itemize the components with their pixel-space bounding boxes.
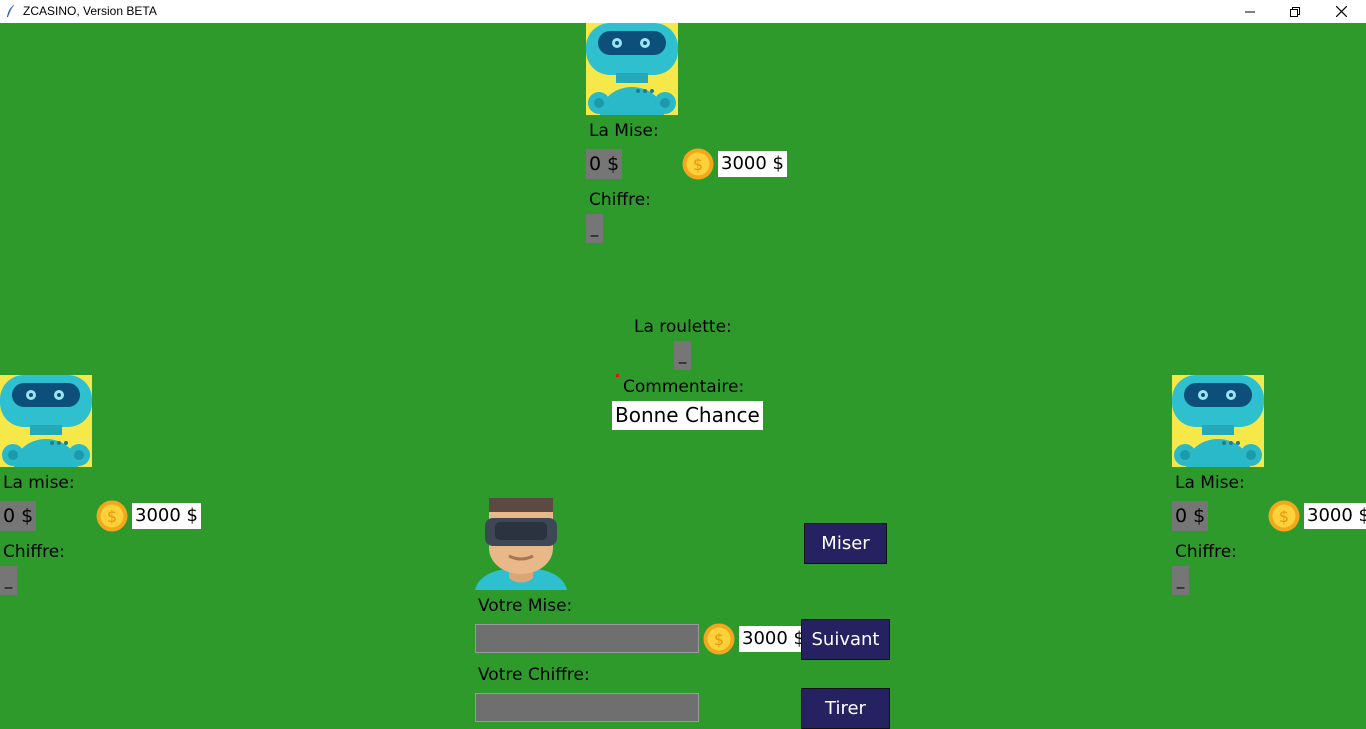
minimize-button[interactable] bbox=[1227, 0, 1273, 23]
dollar-coin-icon bbox=[1268, 500, 1300, 532]
window-title: ZCASINO, Version BETA bbox=[23, 4, 157, 18]
dollar-coin-icon bbox=[96, 500, 128, 532]
left-bot-digit-label: Chiffre: bbox=[3, 542, 65, 562]
player-bet-input[interactable] bbox=[475, 624, 699, 653]
top-bot-digit-label: Chiffre: bbox=[589, 190, 651, 210]
right-bot-bet-label: La Mise: bbox=[1175, 473, 1245, 493]
player-digit-input[interactable] bbox=[475, 693, 699, 722]
left-bot-money: 3000 $ bbox=[132, 503, 201, 529]
comment-value: Bonne Chance bbox=[612, 401, 763, 430]
dollar-coin-icon bbox=[682, 148, 714, 180]
title-bar: ZCASINO, Version BETA bbox=[0, 0, 1366, 23]
top-bot-bet-label: La Mise: bbox=[589, 121, 659, 141]
roulette-label: La roulette: bbox=[634, 317, 732, 337]
left-bot-digit-value: _ bbox=[0, 566, 17, 595]
player-money: 3000 $ bbox=[739, 626, 808, 652]
top-bot-digit-value: _ bbox=[586, 214, 603, 243]
tirer-button[interactable]: Tirer bbox=[801, 688, 890, 729]
dollar-coin-icon bbox=[703, 623, 735, 655]
restore-icon bbox=[1290, 6, 1300, 17]
comment-label: Commentaire: bbox=[623, 377, 745, 397]
left-bot-robot-avatar bbox=[0, 375, 92, 467]
suivant-button[interactable]: Suivant bbox=[801, 619, 890, 660]
player-bet-label: Votre Mise: bbox=[478, 596, 573, 616]
roulette-value: _ bbox=[674, 341, 691, 370]
vr-player-avatar bbox=[475, 498, 567, 590]
red-dot-marker bbox=[616, 374, 619, 377]
miser-button[interactable]: Miser bbox=[804, 523, 887, 564]
right-bot-bet-value: 0 $ bbox=[1172, 501, 1209, 531]
right-bot-robot-avatar bbox=[1172, 375, 1264, 467]
top-bot-bet-value: 0 $ bbox=[586, 149, 623, 179]
restore-button[interactable] bbox=[1272, 0, 1318, 23]
right-bot-money: 3000 $ bbox=[1304, 503, 1366, 529]
left-bot-bet-value: 0 $ bbox=[0, 501, 37, 531]
top-bot-money: 3000 $ bbox=[718, 151, 787, 177]
top-bot-robot-avatar bbox=[586, 23, 678, 115]
minimize-icon bbox=[1245, 11, 1255, 12]
right-bot-digit-value: _ bbox=[1172, 566, 1189, 595]
right-bot-digit-label: Chiffre: bbox=[1175, 542, 1237, 562]
close-icon bbox=[1335, 6, 1347, 17]
close-button[interactable] bbox=[1318, 0, 1364, 23]
feather-icon bbox=[7, 4, 15, 17]
left-bot-bet-label: La mise: bbox=[3, 473, 75, 493]
player-digit-label: Votre Chiffre: bbox=[478, 665, 590, 685]
casino-table: La Mise: 0 $ 3000 $ Chiffre: _ La roulet… bbox=[0, 23, 1366, 729]
